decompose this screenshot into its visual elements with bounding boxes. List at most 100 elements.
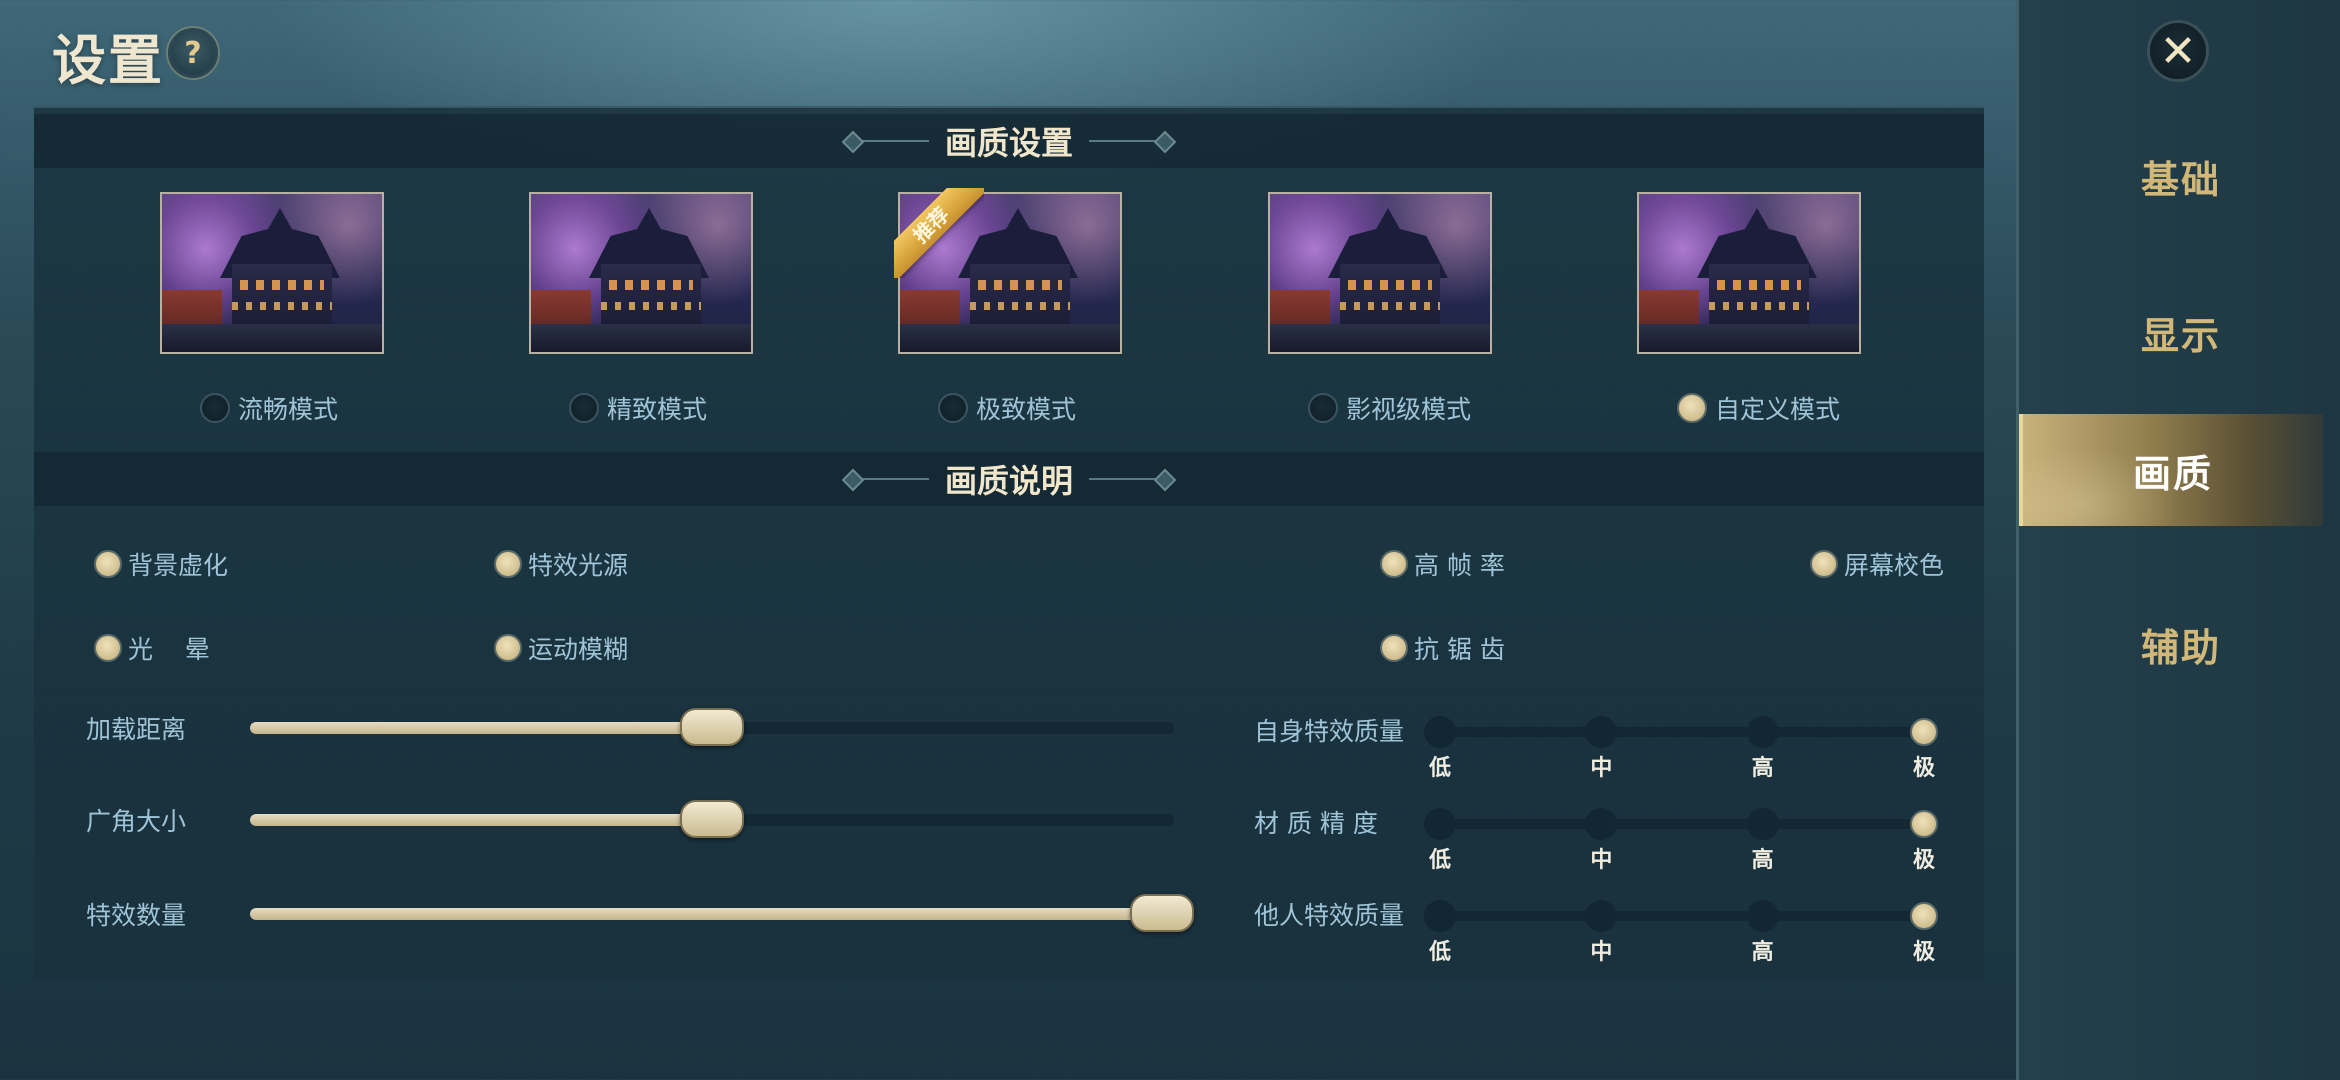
mode-option-ultimate[interactable]: 极致模式 [938, 390, 1198, 426]
radio-button-selected[interactable] [1677, 393, 1707, 423]
radio-button[interactable] [938, 393, 968, 423]
step-track [1440, 727, 1924, 737]
step-level-label: 中 [1590, 756, 1613, 781]
mode-preview-image[interactable] [1637, 192, 1861, 354]
settings-panel: 画质设置 流畅模式 精致模式 推荐 极致模式 影视级模式 自定义模式 画质说明 … [34, 106, 1984, 980]
mode-preview-image[interactable] [160, 192, 384, 354]
sidebar-item-assist[interactable]: 辅助 [2019, 588, 2340, 700]
step-track [1440, 819, 1924, 829]
toggle-indicator[interactable] [1810, 550, 1838, 578]
quality-settings-header: 画质设置 [34, 114, 1984, 168]
step-dot[interactable] [1424, 900, 1456, 932]
toggle-screen-calibration[interactable]: 屏幕校色 [1810, 546, 1944, 582]
mode-label: 自定义模式 [1715, 395, 1841, 424]
step-level-label: 高 [1751, 940, 1774, 965]
step-level-label: 极 [1912, 848, 1935, 873]
step-dot-selected[interactable] [1910, 902, 1938, 930]
ornament-left [848, 478, 929, 480]
mode-option-custom[interactable]: 自定义模式 [1677, 390, 1937, 426]
close-icon[interactable]: ✕ [2147, 20, 2209, 82]
slider-label-effect-count: 特效数量 [86, 901, 187, 930]
step-dot[interactable] [1746, 716, 1779, 748]
slider-label-load-distance: 加载距离 [86, 715, 187, 744]
quality-details-header: 画质说明 [34, 452, 1984, 506]
slider-label-fov: 广角大小 [86, 807, 187, 836]
settings-sidebar: ✕ 基础 显示 画质 辅助 [2016, 0, 2340, 1080]
toggle-bloom[interactable]: 光 晕 [94, 630, 210, 666]
toggle-anti-aliasing[interactable]: 抗 锯 齿 [1380, 630, 1505, 666]
toggle-label: 特效光源 [528, 551, 629, 580]
recommended-badge-label: 推荐 [894, 188, 984, 278]
mode-label: 流畅模式 [238, 395, 339, 424]
step-dot[interactable] [1585, 808, 1618, 840]
toggle-motion-blur[interactable]: 运动模糊 [494, 630, 628, 666]
slider-fill [250, 814, 712, 826]
step-level-label: 极 [1912, 940, 1935, 965]
toggle-label: 背景虚化 [128, 551, 229, 580]
page-title: 设置 [52, 28, 164, 92]
radio-button[interactable] [1308, 393, 1338, 423]
step-dot[interactable] [1746, 900, 1779, 932]
mode-preview-image[interactable] [1268, 192, 1492, 354]
toggle-indicator[interactable] [494, 634, 522, 662]
toggle-indicator[interactable] [94, 634, 122, 662]
toggle-high-framerate[interactable]: 高 帧 率 [1380, 546, 1505, 582]
toggle-label: 光 晕 [128, 635, 210, 664]
toggle-effect-light[interactable]: 特效光源 [494, 546, 628, 582]
quality-details-title: 画质说明 [944, 462, 1073, 500]
slider-thumb[interactable] [680, 800, 744, 838]
step-level-label: 低 [1428, 756, 1451, 781]
mode-label: 影视级模式 [1346, 395, 1472, 424]
step-dot[interactable] [1424, 716, 1456, 748]
toggle-label: 高 帧 率 [1414, 551, 1505, 580]
mode-card-ultimate[interactable]: 推荐 极致模式 [894, 188, 1122, 424]
sidebar-item-basic[interactable]: 基础 [2019, 120, 2340, 232]
mode-option-cinematic[interactable]: 影视级模式 [1308, 390, 1568, 426]
help-icon[interactable]: ? [168, 28, 218, 78]
mode-label: 精致模式 [607, 395, 708, 424]
toggle-indicator[interactable] [494, 550, 522, 578]
ornament-right [1089, 140, 1169, 142]
toggle-indicator[interactable] [1380, 634, 1408, 662]
mode-preview-image[interactable] [529, 192, 753, 354]
mode-card-cinematic[interactable]: 影视级模式 [1268, 192, 1492, 424]
slider-effect-count[interactable] [250, 894, 1194, 932]
slider-fov[interactable] [250, 800, 1174, 838]
toggle-indicator[interactable] [94, 550, 122, 578]
toggle-label: 屏幕校色 [1844, 551, 1945, 580]
slider-fill [250, 908, 1174, 920]
mode-option-smooth[interactable]: 流畅模式 [200, 390, 460, 426]
step-level-label: 极 [1912, 756, 1935, 781]
ornament-left [848, 140, 929, 142]
step-dot-selected[interactable] [1910, 718, 1938, 746]
slider-thumb[interactable] [1130, 894, 1194, 932]
mode-card-custom[interactable]: 自定义模式 [1637, 192, 1861, 424]
step-dot[interactable] [1746, 808, 1779, 840]
step-label-texture: 材 质 精 度 [1254, 809, 1378, 838]
slider-thumb[interactable] [680, 708, 744, 746]
radio-button[interactable] [569, 393, 599, 423]
step-level-label: 低 [1428, 940, 1451, 965]
mode-label: 极致模式 [976, 395, 1077, 424]
step-level-label: 中 [1590, 848, 1613, 873]
mode-card-smooth[interactable]: 流畅模式 [160, 192, 384, 424]
step-dot-selected[interactable] [1910, 810, 1938, 838]
step-level-label: 高 [1751, 848, 1774, 873]
step-dot[interactable] [1424, 808, 1456, 840]
toggle-background-blur[interactable]: 背景虚化 [94, 546, 228, 582]
radio-button[interactable] [200, 393, 230, 423]
sidebar-item-quality[interactable]: 画质 [2019, 414, 2323, 526]
step-dot[interactable] [1585, 900, 1618, 932]
toggle-indicator[interactable] [1380, 550, 1408, 578]
recommended-badge: 推荐 [894, 188, 984, 278]
step-level-label: 低 [1428, 848, 1451, 873]
ornament-right [1089, 478, 1169, 480]
step-dot[interactable] [1585, 716, 1618, 748]
slider-load-distance[interactable] [250, 708, 1174, 746]
quality-settings-title: 画质设置 [944, 124, 1073, 162]
mode-option-refined[interactable]: 精致模式 [569, 390, 829, 426]
slider-fill [250, 722, 712, 734]
step-level-label: 中 [1590, 940, 1613, 965]
sidebar-item-display[interactable]: 显示 [2019, 276, 2340, 388]
mode-card-refined[interactable]: 精致模式 [529, 192, 753, 424]
